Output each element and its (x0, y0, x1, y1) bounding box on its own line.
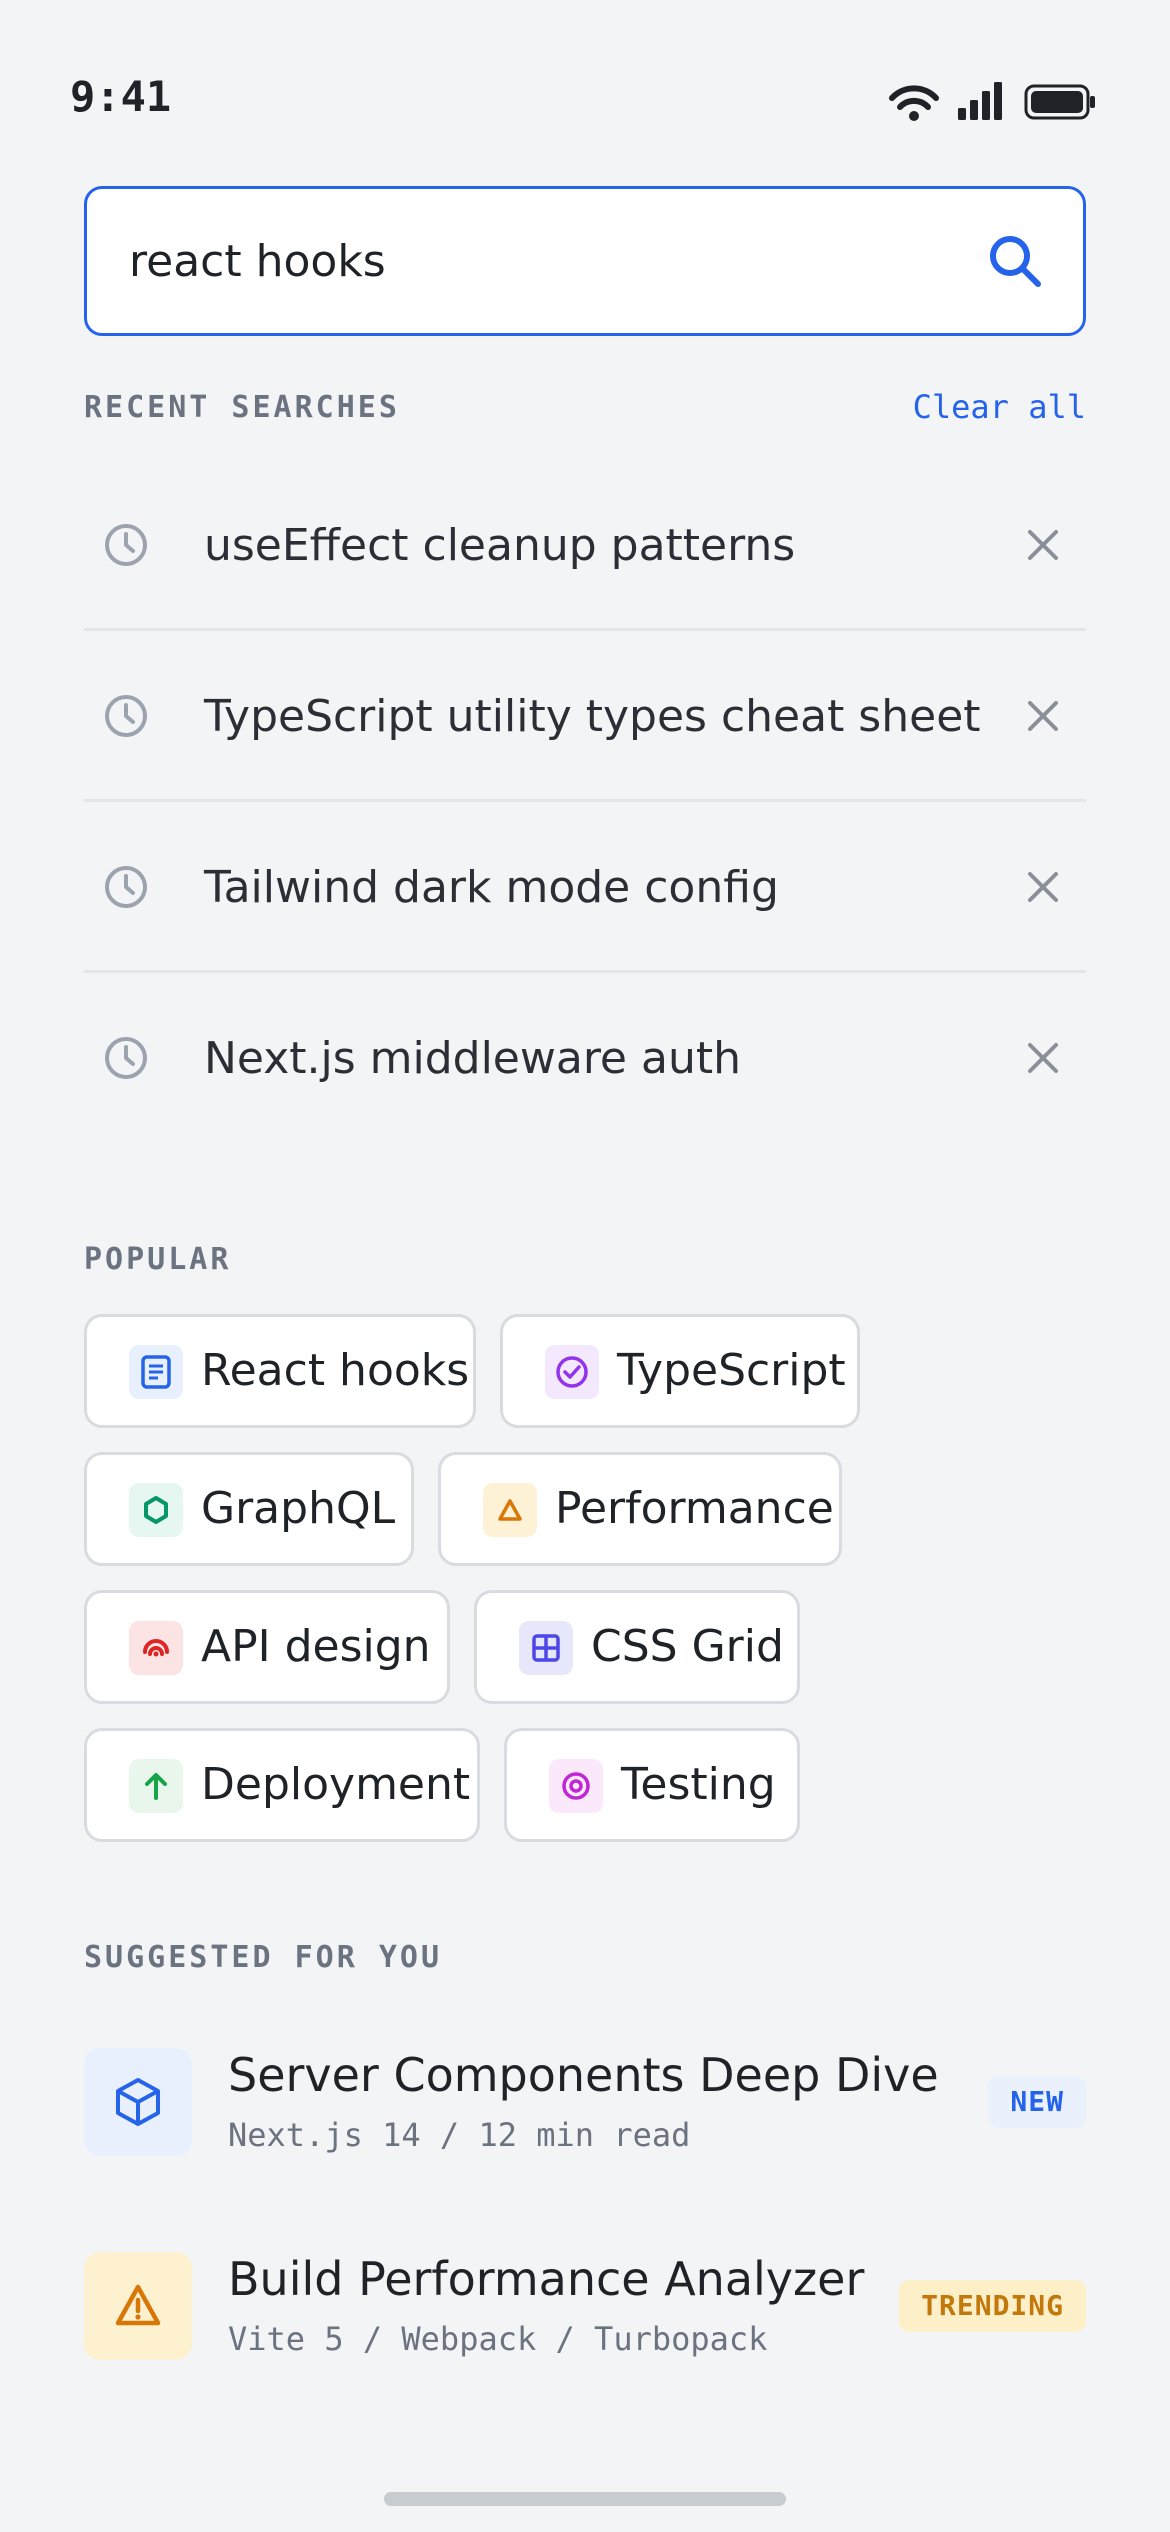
clear-all-button[interactable]: Clear all (913, 388, 1086, 426)
new-badge: NEW (988, 2076, 1086, 2128)
search-button[interactable] (985, 231, 1045, 291)
chip-icon-bg (129, 1483, 183, 1537)
chip-performance[interactable]: Performance (438, 1452, 842, 1566)
recent-search-label: TypeScript utility types cheat sheet (204, 691, 981, 742)
chip-icon-bg (129, 1759, 183, 1813)
search-input[interactable] (129, 189, 929, 333)
recent-search-label: useEffect cleanup patterns (204, 520, 796, 571)
grid-icon (532, 1634, 560, 1662)
chip-api-design[interactable]: API design (84, 1590, 450, 1704)
suggested-thumb (84, 2048, 192, 2156)
suggested-item[interactable]: Build Performance Analyzer Vite 5 / Webp… (84, 2252, 1086, 2362)
chip-label: React hooks (201, 1345, 470, 1396)
suggested-item[interactable]: Server Components Deep Dive Next.js 14 /… (84, 2048, 1086, 2158)
target-icon (562, 1772, 590, 1800)
recent-search-label: Tailwind dark mode config (204, 862, 779, 913)
wifi-icon (889, 85, 939, 121)
suggested-subtitle: Next.js 14 / 12 min read (228, 2116, 691, 2154)
chip-label: GraphQL (201, 1483, 396, 1534)
check-circle-icon (556, 1356, 588, 1388)
chip-typescript[interactable]: TypeScript (500, 1314, 860, 1428)
status-bar: 9:41 (0, 0, 1170, 200)
chip-graphql[interactable]: GraphQL (84, 1452, 414, 1566)
recent-searches-heading: RECENT SEARCHES (84, 390, 400, 425)
recent-search-label: Next.js middleware auth (204, 1033, 741, 1084)
hexagon-icon (144, 1496, 168, 1524)
clock-icon (105, 866, 147, 908)
suggested-thumb (84, 2252, 192, 2360)
search-box (84, 186, 1086, 336)
suggested-title: Server Components Deep Dive (228, 2048, 939, 2102)
recent-search-item[interactable]: Next.js middleware auth (84, 973, 1086, 1144)
trending-badge: TRENDING (899, 2280, 1086, 2332)
recent-searches-list: useEffect cleanup patterns TypeScript ut… (84, 460, 1086, 1144)
clock-icon (105, 1037, 147, 1079)
status-time: 9:41 (70, 72, 172, 121)
document-icon (141, 1355, 171, 1389)
cellular-signal-icon (958, 82, 1002, 120)
chip-react-hooks[interactable]: React hooks (84, 1314, 476, 1428)
arrow-up-icon (145, 1773, 167, 1800)
chip-label: API design (201, 1621, 431, 1672)
search-icon (990, 236, 1041, 287)
chip-icon-bg (129, 1345, 183, 1399)
chip-label: Performance (555, 1483, 834, 1534)
warning-triangle-icon (498, 1499, 522, 1521)
close-icon[interactable] (1026, 1041, 1060, 1075)
chip-css-grid[interactable]: CSS Grid (474, 1590, 800, 1704)
popular-heading: POPULAR (84, 1242, 232, 1277)
recent-search-item[interactable]: useEffect cleanup patterns (84, 460, 1086, 631)
suggested-subtitle: Vite 5 / Webpack / Turbopack (228, 2320, 768, 2358)
clock-icon (105, 524, 147, 566)
signal-arc-icon (143, 1639, 169, 1657)
chip-label: Deployment (201, 1759, 471, 1810)
chip-label: Testing (621, 1759, 776, 1810)
home-indicator[interactable] (384, 2492, 786, 2506)
cube-icon (116, 2078, 160, 2126)
chip-icon-bg (129, 1621, 183, 1675)
warning-triangle-icon (115, 2284, 161, 2326)
chip-label: CSS Grid (591, 1621, 784, 1672)
chip-icon-bg (483, 1483, 537, 1537)
chip-label: TypeScript (617, 1345, 846, 1396)
chip-icon-bg (549, 1759, 603, 1813)
recent-search-item[interactable]: TypeScript utility types cheat sheet (84, 631, 1086, 802)
suggested-heading: SUGGESTED FOR YOU (84, 1940, 443, 1975)
close-icon[interactable] (1026, 699, 1060, 733)
close-icon[interactable] (1026, 528, 1060, 562)
clock-icon (105, 695, 147, 737)
chip-deployment[interactable]: Deployment (84, 1728, 480, 1842)
chip-icon-bg (545, 1345, 599, 1399)
recent-search-item[interactable]: Tailwind dark mode config (84, 802, 1086, 973)
chip-icon-bg (519, 1621, 573, 1675)
battery-icon (1024, 84, 1095, 120)
close-icon[interactable] (1026, 870, 1060, 904)
suggested-title: Build Performance Analyzer (228, 2252, 865, 2306)
chip-testing[interactable]: Testing (504, 1728, 800, 1842)
